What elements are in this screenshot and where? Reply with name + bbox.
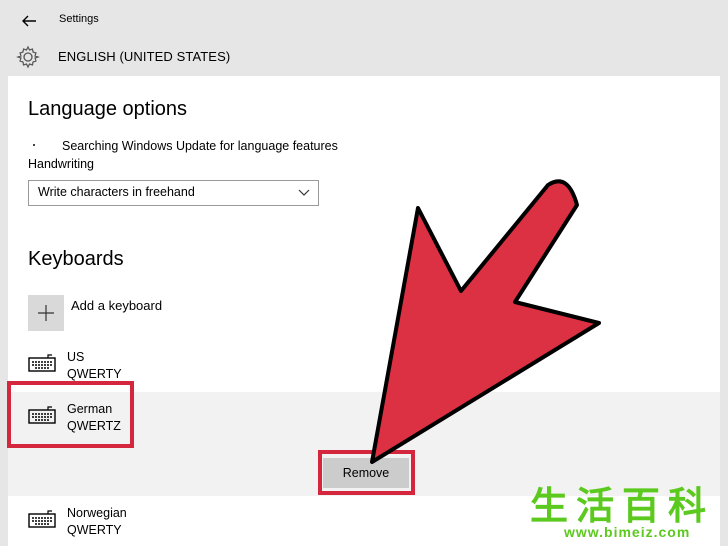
title-bar: Settings <box>0 0 728 42</box>
keyboard-name: Norwegian <box>67 506 127 520</box>
keyboards-heading: Keyboards <box>28 248 124 270</box>
german-keyboard-highlight <box>7 381 134 448</box>
watermark-char: 科 <box>668 484 707 528</box>
watermark-char: 活 <box>576 484 615 528</box>
handwriting-dropdown-value: Write characters in freehand <box>38 185 195 199</box>
keyboard-layout: QWERTY <box>67 367 122 381</box>
page-title: ENGLISH (UNITED STATES) <box>58 49 231 64</box>
chevron-down-icon <box>298 189 310 196</box>
watermark-char: 生 <box>530 484 569 528</box>
keyboard-icon <box>28 354 56 372</box>
page-header: ENGLISH (UNITED STATES) <box>0 42 728 78</box>
add-keyboard-button[interactable] <box>28 295 64 331</box>
keyboard-layout: QWERTY <box>67 523 122 537</box>
back-arrow-icon[interactable] <box>20 12 38 30</box>
add-keyboard-label[interactable]: Add a keyboard <box>71 298 162 313</box>
keyboard-item-us[interactable]: US QWERTY <box>8 346 720 386</box>
watermark-char: 百 <box>622 484 661 528</box>
keyboard-icon <box>28 510 56 528</box>
plus-icon <box>38 305 54 321</box>
handwriting-label: Handwriting <box>28 157 95 171</box>
remove-button-highlight <box>318 450 415 495</box>
progress-dot <box>33 144 35 146</box>
gear-icon <box>16 45 40 69</box>
watermark: 生 活 百 科 www.bimeiz.com <box>524 486 720 542</box>
language-options-heading: Language options <box>28 98 188 120</box>
handwriting-dropdown[interactable]: Write characters in freehand <box>28 180 319 206</box>
keyboard-name: US <box>67 350 85 364</box>
update-status-text: Searching Windows Update for language fe… <box>62 139 338 153</box>
window-title: Settings <box>59 13 99 25</box>
watermark-url: www.bimeiz.com <box>564 524 691 540</box>
